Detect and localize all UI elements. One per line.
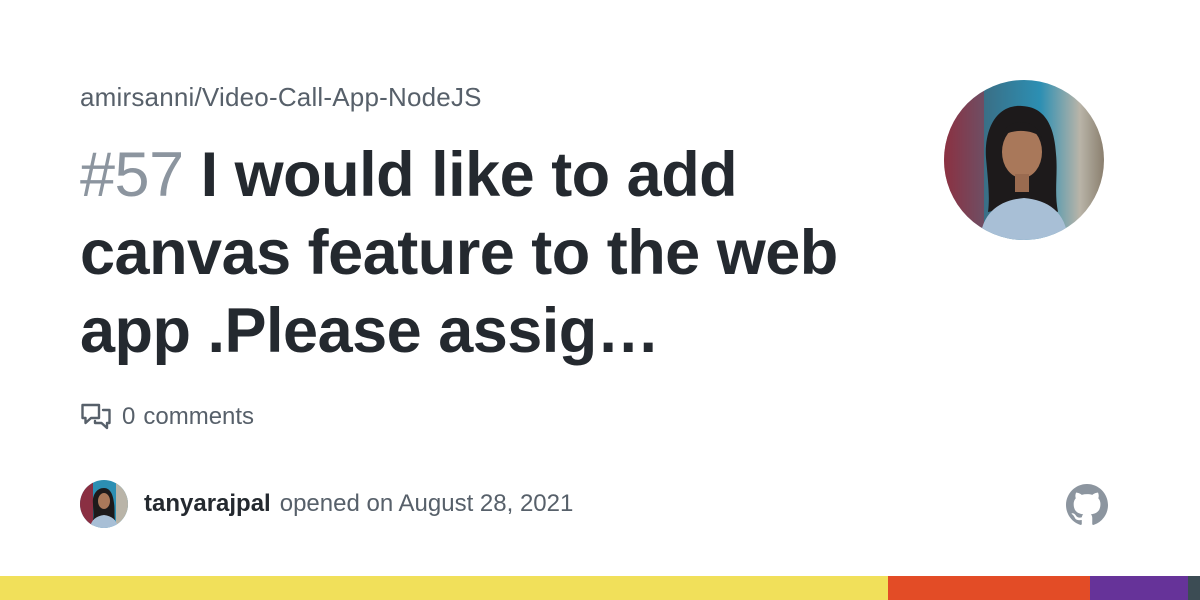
author-avatar-large	[944, 80, 1104, 240]
comment-label: comments	[143, 403, 255, 430]
comment-discussion-icon	[80, 401, 112, 433]
language-bar-segment	[888, 576, 1090, 600]
author-row: tanyarajpal opened on August 28, 2021	[80, 480, 573, 528]
language-bar-segment	[0, 576, 888, 600]
issue-title[interactable]: #57 I would like to add canvas feature t…	[80, 136, 840, 370]
issue-title-text: I would like to add canvas feature to th…	[80, 140, 838, 366]
language-bar-segment	[1089, 576, 1188, 600]
github-logo-icon[interactable]	[1066, 484, 1108, 526]
comments-summary[interactable]: 0 comments	[80, 400, 254, 434]
comment-count: 0	[122, 403, 136, 430]
repo-name[interactable]: amirsanni/Video-Call-App-NodeJS	[80, 82, 482, 113]
author-username[interactable]: tanyarajpal	[144, 490, 271, 518]
opened-date: opened on August 28, 2021	[279, 490, 574, 517]
issue-card: amirsanni/Video-Call-App-NodeJS #57 I wo…	[0, 0, 1200, 600]
author-avatar[interactable]	[80, 480, 128, 528]
language-bar	[0, 576, 1200, 600]
language-bar-segment	[1187, 576, 1200, 600]
issue-number: #57	[80, 140, 184, 210]
